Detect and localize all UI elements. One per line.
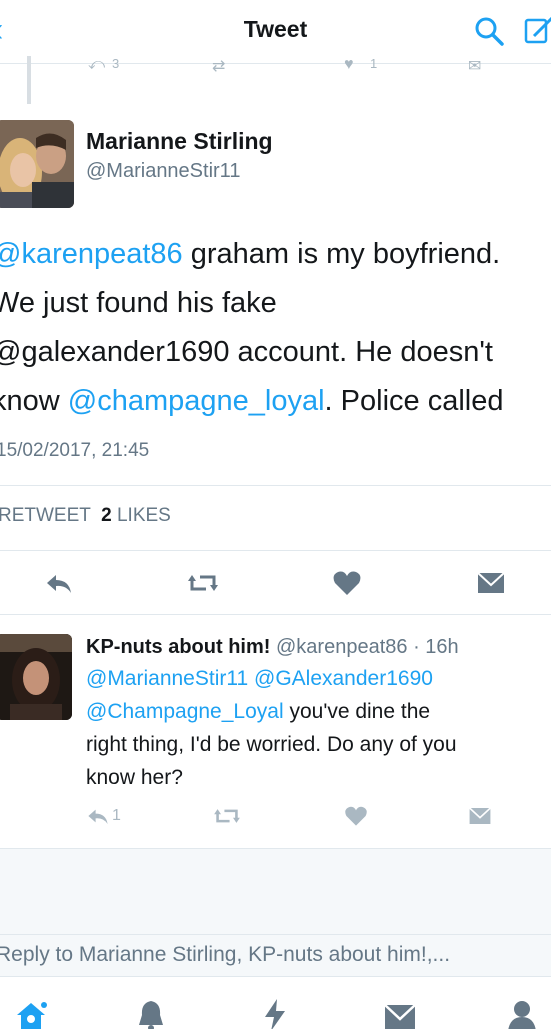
like-icon[interactable] — [344, 804, 368, 828]
reply-text-line: @MarianneStir11 @GAlexander1690 — [86, 662, 551, 695]
tweet-text-segment: know — [0, 385, 60, 417]
message-icon[interactable] — [476, 569, 506, 597]
reply-input-placeholder[interactable]: Reply to Marianne Stirling, KP-nuts abou… — [0, 943, 450, 967]
tweet-text-line: We just found his fake — [0, 279, 551, 328]
tweet-stats: RETWEET 2 LIKES — [0, 505, 171, 527]
like-icon[interactable]: ♥ — [344, 56, 354, 74]
previous-tweet-actions: ⤺ 3 ⇄ ♥ 1 ✉ — [0, 56, 551, 104]
tweet-text-segment: graham is my boyfriend. — [182, 238, 501, 270]
author-handle[interactable]: @MarianneStir11 — [86, 160, 240, 183]
like-icon[interactable] — [332, 569, 362, 597]
reply-text-line: @Champagne_Loyal you've dine the — [86, 695, 551, 728]
thread-connector — [27, 56, 31, 104]
divider — [0, 550, 551, 551]
avatar[interactable] — [0, 120, 74, 208]
tweet-timestamp: 15/02/2017, 21:45 — [0, 440, 150, 461]
reply-count: 1 — [112, 807, 121, 824]
likes-label[interactable]: LIKES — [117, 505, 171, 526]
avatar[interactable] — [0, 634, 72, 720]
retweet-icon[interactable] — [214, 804, 240, 828]
message-icon[interactable]: ✉ — [468, 56, 481, 76]
reply-text-segment: right thing, I'd be worried. Do any of y… — [86, 733, 457, 756]
likes-count[interactable]: 2 — [101, 505, 112, 526]
reply-tweet[interactable]: KP-nuts about him! @karenpeat86 · 16h @M… — [0, 614, 551, 848]
separator-dot: · — [407, 636, 426, 658]
page-title: Tweet — [243, 16, 308, 42]
mention-link[interactable]: @champagne_loyal — [68, 385, 325, 417]
reply-text-line: right thing, I'd be worried. Do any of y… — [86, 728, 551, 761]
tweet-action-bar — [0, 555, 551, 611]
mention-link[interactable]: @MarianneStir11 @GAlexander1690 — [86, 667, 433, 690]
previous-like-count: 1 — [370, 56, 378, 71]
divider — [0, 485, 551, 486]
author-name[interactable]: Marianne Stirling — [86, 128, 273, 155]
tweet-text-line: @galexander1690 account. He doesn't — [0, 328, 551, 377]
retweet-icon[interactable] — [188, 569, 218, 597]
reply-icon[interactable] — [86, 804, 110, 828]
tweet-text-segment: . Police called — [324, 385, 504, 417]
reply-text-segment: know her? — [86, 766, 183, 789]
compose-icon[interactable] — [522, 14, 551, 48]
reply-text: @MarianneStir11 @GAlexander1690 @Champag… — [86, 662, 551, 794]
tweet-text: @karenpeat86 graham is my boyfriend. We … — [0, 230, 551, 426]
reply-author-handle[interactable]: @karenpeat86 — [276, 636, 408, 658]
reply-author-name[interactable]: KP-nuts about him! — [86, 636, 270, 658]
messages-icon[interactable] — [383, 999, 417, 1029]
reply-header: KP-nuts about him! @karenpeat86 · 16h — [86, 636, 459, 659]
reply-text-line: know her? — [86, 761, 551, 794]
reply-time: 16h — [425, 636, 459, 658]
tweet-text-segment: We just found his fake — [0, 287, 277, 319]
previous-reply-count: 3 — [112, 56, 120, 71]
bottom-tab-bar — [0, 976, 551, 1029]
reply-action-bar: 1 — [0, 804, 551, 834]
mention-link[interactable]: @Champagne_Loyal — [86, 700, 284, 723]
tweet-text-line: know @champagne_loyal. Police called — [0, 377, 551, 426]
reply-text-segment: you've dine the — [283, 700, 431, 723]
reply-composer[interactable]: Reply to Marianne Stirling, KP-nuts abou… — [0, 934, 551, 976]
message-icon[interactable] — [468, 804, 492, 828]
profile-icon[interactable] — [506, 999, 538, 1029]
empty-area — [0, 848, 551, 934]
reply-icon[interactable]: ⤺ — [88, 56, 105, 74]
retweet-icon[interactable]: ⇄ — [212, 56, 225, 76]
home-icon[interactable] — [14, 999, 48, 1029]
tweet-text-line: @karenpeat86 graham is my boyfriend. — [0, 230, 551, 279]
moments-icon[interactable] — [262, 999, 288, 1029]
search-icon[interactable] — [472, 14, 506, 48]
reply-icon[interactable] — [44, 569, 74, 597]
retweet-label[interactable]: RETWEET — [0, 505, 91, 526]
notifications-icon[interactable] — [136, 999, 166, 1029]
top-nav-bar: ‹ Tweet — [0, 0, 551, 64]
mention-link[interactable]: @karenpeat86 — [0, 238, 183, 270]
tweet-text-segment: @galexander1690 account. He doesn't — [0, 336, 493, 368]
